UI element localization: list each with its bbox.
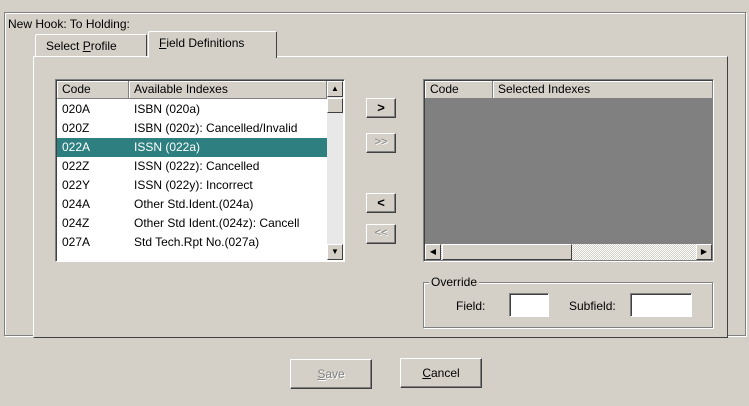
hscroll-thumb[interactable] (442, 244, 572, 260)
column-header-code[interactable]: Code (57, 81, 129, 99)
subfield-input[interactable] (630, 293, 692, 317)
available-indexes-list[interactable]: Code Available Indexes 020A ISBN (020a) 02… (55, 79, 345, 262)
index-code: 022Y (62, 178, 91, 192)
tab-select-profile[interactable]: Select Profile (35, 34, 147, 56)
list-item[interactable]: 020A ISBN (020a) (57, 100, 329, 119)
remove-selected-button[interactable]: < (366, 193, 396, 213)
list-item[interactable]: 020Z ISBN (020z): Cancelled/Invalid (57, 119, 329, 138)
list-item[interactable]: 027A Std Tech.Rpt No.(027a) (57, 233, 329, 252)
index-name: ISSN (022a) (134, 140, 201, 154)
index-code: 024Z (62, 216, 90, 230)
index-code: 027A (62, 235, 91, 249)
column-header-selected-indexes[interactable]: Selected Indexes (493, 81, 713, 99)
group-title: New Hook: To Holding: (6, 17, 132, 31)
add-selected-button[interactable]: > (366, 98, 396, 118)
list-item[interactable]: 022Z ISSN (022z): Cancelled (57, 157, 329, 176)
index-name: Other Std Ident.(024z): Cancell (134, 216, 300, 230)
index-name: ISSN (022z): Cancelled (134, 159, 260, 173)
index-name: Other Std.Ident.(024a) (134, 197, 254, 211)
scroll-up-icon[interactable]: ▲ (327, 81, 343, 97)
remove-all-button[interactable]: << (366, 224, 396, 244)
selected-indexes-list[interactable]: Code Selected Indexes ◀ ▶ (423, 79, 714, 262)
index-code: 024A (62, 197, 91, 211)
available-list-scrollbar[interactable]: ▲ ▼ (327, 81, 343, 260)
list-item[interactable]: 022A ISSN (022a) (57, 138, 329, 157)
save-button[interactable]: Save (290, 359, 372, 389)
add-all-button[interactable]: >> (366, 133, 396, 153)
scroll-left-icon[interactable]: ◀ (425, 244, 441, 260)
list-item[interactable]: 024A Other Std.Ident.(024a) (57, 195, 329, 214)
index-code: 022A (62, 140, 91, 154)
cancel-button[interactable]: Cancel (400, 358, 482, 388)
field-input[interactable] (509, 293, 549, 317)
index-name: ISBN (020a) (134, 102, 201, 116)
override-group: Override Field: Subfield: (423, 275, 713, 328)
index-code: 020Z (62, 121, 90, 135)
list-item[interactable]: 024Z Other Std Ident.(024z): Cancell (57, 214, 329, 233)
index-code: 020A (62, 102, 91, 116)
index-name: ISBN (020z): Cancelled/Invalid (134, 121, 298, 135)
scroll-right-icon[interactable]: ▶ (696, 244, 712, 260)
selected-list-hscrollbar[interactable]: ◀ ▶ (425, 244, 712, 260)
index-name: Std Tech.Rpt No.(027a) (134, 235, 260, 249)
index-name: ISSN (022y): Incorrect (134, 178, 253, 192)
column-header-code[interactable]: Code (425, 81, 493, 99)
override-title: Override (429, 275, 480, 289)
scroll-down-icon[interactable]: ▼ (327, 244, 343, 260)
list-item[interactable]: 022Y ISSN (022y): Incorrect (57, 176, 329, 195)
column-header-available-indexes[interactable]: Available Indexes (129, 81, 327, 99)
tab-field-definitions[interactable]: Field Definitions (148, 31, 277, 58)
index-code: 022Z (62, 159, 90, 173)
field-label: Field: (456, 299, 486, 313)
subfield-label: Subfield: (569, 299, 616, 313)
scroll-thumb[interactable] (327, 98, 343, 113)
